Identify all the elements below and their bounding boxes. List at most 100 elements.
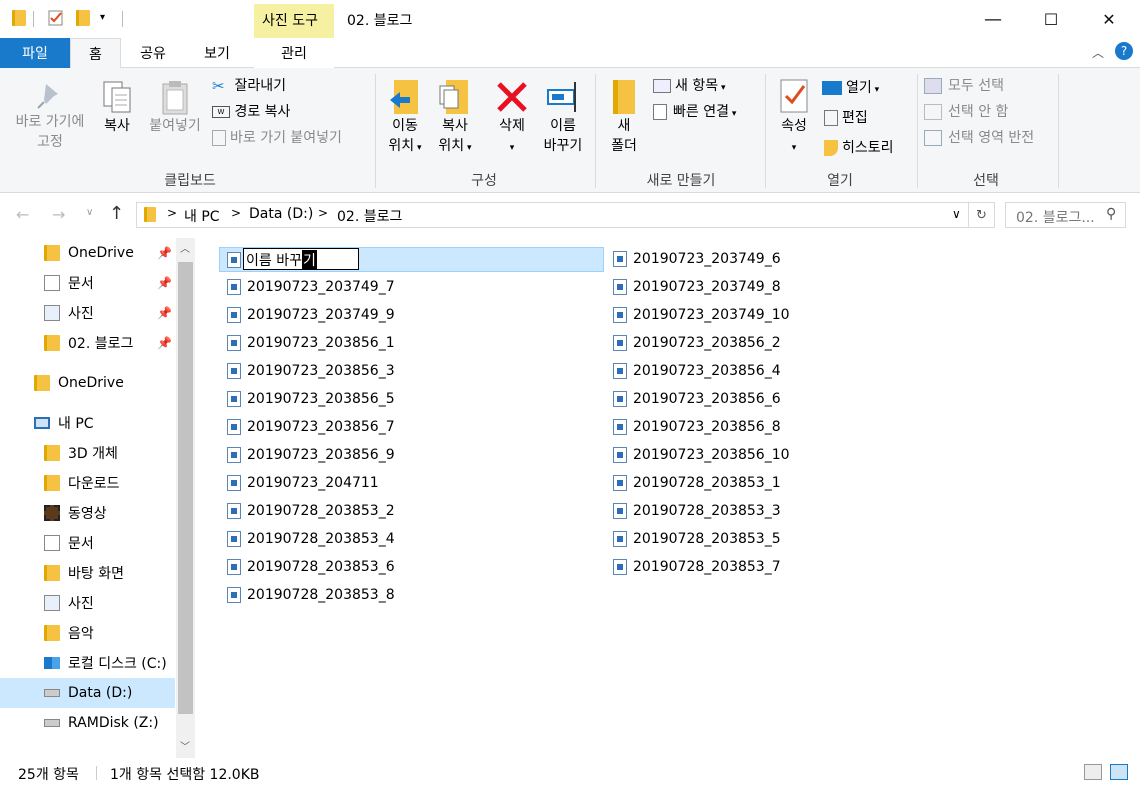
- file-item[interactable]: 20190723_203856_7: [227, 415, 395, 439]
- nav-label: 음악: [68, 626, 94, 642]
- file-item[interactable]: 20190723_203856_6: [613, 387, 781, 411]
- file-item[interactable]: 20190723_203856_5: [227, 387, 395, 411]
- pin-icon[interactable]: 📌: [157, 336, 172, 350]
- file-item[interactable]: 20190723_204711: [227, 471, 379, 495]
- select-none-button[interactable]: 선택 안 함: [924, 102, 1008, 122]
- file-item[interactable]: 20190728_203853_5: [613, 527, 781, 551]
- file-item[interactable]: 20190728_203853_1: [613, 471, 781, 495]
- tab-share[interactable]: 공유: [130, 38, 176, 68]
- refresh-icon[interactable]: ↻: [969, 202, 995, 228]
- large-icons-view-icon[interactable]: [1110, 764, 1128, 780]
- nav-quick-onedrive[interactable]: OneDrive 📌: [0, 238, 175, 268]
- nav-mypc[interactable]: 내 PC: [0, 408, 175, 438]
- cut-button[interactable]: ✂ 잘라내기: [212, 76, 286, 96]
- address-dropdown-icon[interactable]: ∨: [952, 207, 961, 221]
- nav-onedrive[interactable]: OneDrive: [0, 368, 175, 398]
- delete-button[interactable]: 삭제 ▾: [492, 78, 532, 158]
- file-item[interactable]: 20190723_203856_10: [613, 443, 790, 467]
- nav-videos[interactable]: 동영상: [0, 498, 175, 528]
- new-folder-button[interactable]: 새 폴더: [604, 78, 644, 156]
- file-item[interactable]: 20190728_203853_7: [613, 555, 781, 579]
- file-item[interactable]: 20190723_203856_1: [227, 331, 395, 355]
- collapse-ribbon-icon[interactable]: ︿: [1092, 44, 1104, 61]
- file-item[interactable]: 20190723_203749_10: [613, 303, 790, 327]
- pin-to-quick-access-button[interactable]: 바로 가기에 고정: [6, 80, 94, 152]
- customize-qa-icon[interactable]: ▾: [100, 12, 105, 23]
- file-item[interactable]: 20190723_203749_8: [613, 275, 781, 299]
- downloads-icon: [44, 475, 60, 491]
- recent-locations-icon[interactable]: ∨: [86, 207, 93, 218]
- pin-icon[interactable]: 📌: [157, 246, 172, 260]
- select-all-button[interactable]: 모두 선택: [924, 76, 1004, 96]
- file-item[interactable]: 20190728_203853_3: [613, 499, 781, 523]
- file-item[interactable]: 20190723_203749_7: [227, 275, 395, 299]
- pin-icon[interactable]: 📌: [157, 306, 172, 320]
- paste-button[interactable]: 붙여넣기: [142, 80, 208, 136]
- edit-button[interactable]: 편집: [824, 108, 868, 128]
- close-button[interactable]: ✕: [1080, 0, 1138, 38]
- paste-label: 붙여넣기: [149, 118, 201, 134]
- nav-downloads[interactable]: 다운로드: [0, 468, 175, 498]
- file-item[interactable]: 20190723_203856_4: [613, 359, 781, 383]
- 3d-objects-icon: [44, 445, 60, 461]
- nav-pictures[interactable]: 사진: [0, 588, 175, 618]
- search-input[interactable]: 02. 블로그... ⚲: [1005, 202, 1126, 228]
- open-button[interactable]: 열기 ▾: [822, 78, 879, 100]
- new-item-button[interactable]: 새 항목 ▾: [653, 76, 725, 98]
- address-bar[interactable]: > 내 PC > Data (D:) > 02. 블로그 ∨: [136, 202, 969, 228]
- tab-manage[interactable]: 관리: [254, 38, 334, 68]
- minimize-button[interactable]: —: [964, 0, 1022, 38]
- nav-scrollbar-thumb[interactable]: [178, 262, 193, 714]
- copy-path-button[interactable]: W 경로 복사: [212, 102, 290, 122]
- up-icon[interactable]: ↑: [109, 203, 124, 224]
- file-item[interactable]: 20190723_203856_9: [227, 443, 395, 467]
- copy-button[interactable]: 복사: [96, 80, 138, 136]
- nav-desktop[interactable]: 바탕 화면: [0, 558, 175, 588]
- nav-3d-objects[interactable]: 3D 개체: [0, 438, 175, 468]
- breadcrumb-data-drive[interactable]: Data (D:): [249, 206, 313, 222]
- file-item[interactable]: 20190728_203853_2: [227, 499, 395, 523]
- breadcrumb-mypc[interactable]: 내 PC: [184, 206, 220, 226]
- file-item[interactable]: 20190728_203853_6: [227, 555, 395, 579]
- tab-file[interactable]: 파일: [0, 38, 70, 68]
- properties-qa-icon[interactable]: [48, 10, 64, 26]
- file-item[interactable]: 20190723_203856_2: [613, 331, 781, 355]
- history-button[interactable]: 히스토리: [824, 138, 894, 158]
- file-item[interactable]: 20190728_203853_8: [227, 583, 395, 607]
- nav-data-drive-d[interactable]: Data (D:): [0, 678, 175, 708]
- breadcrumb-blog[interactable]: 02. 블로그: [337, 206, 402, 226]
- easy-access-button[interactable]: 빠른 연결 ▾: [653, 102, 736, 124]
- new-folder-qa-icon[interactable]: [76, 10, 92, 26]
- file-name: 20190728_203853_4: [247, 531, 395, 547]
- file-item[interactable]: 20190723_203749_9: [227, 303, 395, 327]
- rename-input[interactable]: 이름 바꾸기: [243, 248, 359, 270]
- tab-view[interactable]: 보기: [192, 38, 242, 68]
- nav-quick-blog[interactable]: 02. 블로그 📌: [0, 328, 175, 358]
- pin-icon[interactable]: 📌: [157, 276, 172, 290]
- nav-quick-documents[interactable]: 문서 📌: [0, 268, 175, 298]
- maximize-button[interactable]: ☐: [1022, 0, 1080, 38]
- help-icon[interactable]: ?: [1115, 42, 1133, 60]
- nav-music[interactable]: 음악: [0, 618, 175, 648]
- scroll-up-icon[interactable]: ︿: [180, 240, 190, 255]
- nav-ramdisk-z[interactable]: RAMDisk (Z:): [0, 708, 175, 738]
- forward-icon[interactable]: →: [52, 205, 65, 224]
- nav-documents[interactable]: 문서: [0, 528, 175, 558]
- tab-home[interactable]: 홈: [70, 38, 121, 69]
- copy-to-button[interactable]: 복사 위치 ▾: [432, 78, 478, 158]
- rename-button[interactable]: 이름 바꾸기: [538, 78, 588, 156]
- file-item[interactable]: 20190723_203856_8: [613, 415, 781, 439]
- invert-selection-button[interactable]: 선택 영역 반전: [924, 128, 1034, 148]
- file-item[interactable]: 20190723_203749_6: [613, 247, 781, 271]
- file-item[interactable]: 20190728_203853_4: [227, 527, 395, 551]
- file-item[interactable]: 20190723_203856_3: [227, 359, 395, 383]
- scroll-down-icon[interactable]: ﹀: [180, 738, 190, 753]
- nav-quick-pictures[interactable]: 사진 📌: [0, 298, 175, 328]
- nav-local-disk-c[interactable]: 로컬 디스크 (C:): [0, 648, 175, 678]
- move-to-button[interactable]: 이동 위치 ▾: [382, 78, 428, 158]
- paste-shortcut-button[interactable]: 바로 가기 붙여넣기: [212, 128, 342, 148]
- new-item-icon: [653, 79, 671, 93]
- properties-button[interactable]: 속성 ▾: [772, 78, 816, 158]
- back-icon[interactable]: ←: [16, 205, 29, 224]
- details-view-icon[interactable]: [1084, 764, 1102, 780]
